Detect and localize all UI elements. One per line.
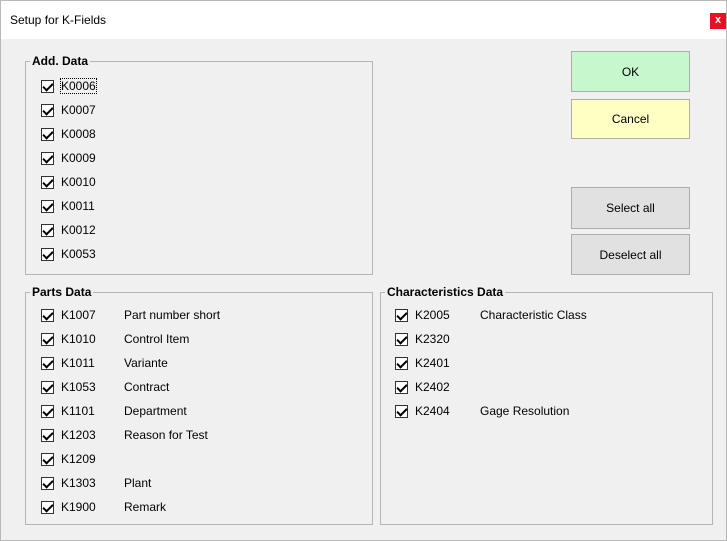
parts-data-legend: Parts Data (30, 285, 94, 299)
field-description: Characteristic Class (480, 308, 587, 322)
select-all-button[interactable]: Select all (571, 187, 690, 229)
checkbox[interactable] (41, 477, 54, 490)
checkbox[interactable] (41, 405, 54, 418)
field-code: K0053 (61, 247, 96, 261)
field-code: K2320 (415, 332, 450, 346)
checkbox[interactable] (41, 381, 54, 394)
field-code: K1203 (61, 428, 96, 442)
checkbox[interactable] (41, 80, 54, 93)
checkbox[interactable] (395, 309, 408, 322)
checkbox[interactable] (395, 381, 408, 394)
field-code: K0012 (61, 223, 96, 237)
field-code: K1010 (61, 332, 96, 346)
field-code: K2401 (415, 356, 450, 370)
cancel-button[interactable]: Cancel (571, 99, 690, 139)
field-code: K2402 (415, 380, 450, 394)
field-code: K1011 (61, 356, 95, 370)
field-description: Plant (124, 476, 152, 490)
checkbox[interactable] (41, 152, 54, 165)
ok-button[interactable]: OK (571, 51, 690, 92)
field-code: K0006 (60, 78, 97, 94)
checkbox[interactable] (41, 357, 54, 370)
field-code: K0010 (61, 175, 96, 189)
add-data-legend: Add. Data (30, 54, 91, 68)
field-description: Contract (124, 380, 170, 394)
setup-dialog: Setup for K-Fields x Add. Data K0006 K00… (0, 0, 727, 541)
characteristics-data-legend: Characteristics Data (385, 285, 506, 299)
close-icon[interactable]: x (710, 13, 726, 29)
add-data-group: Add. Data K0006 K0007 K0008 K0009 K0010 … (25, 54, 373, 275)
field-code: K2404 (415, 404, 450, 418)
field-description: Part number short (124, 308, 221, 322)
checkbox[interactable] (395, 357, 408, 370)
parts-data-group: Parts Data K1007 Part number short K1010… (25, 285, 373, 525)
field-description: Reason for Test (124, 428, 208, 442)
checkbox[interactable] (41, 128, 54, 141)
field-description: Department (124, 404, 187, 418)
characteristics-data-group: Characteristics Data K2005 Characteristi… (380, 285, 713, 525)
field-code: K1101 (61, 404, 95, 418)
checkbox[interactable] (41, 501, 54, 514)
field-description: Gage Resolution (480, 404, 570, 418)
window-title: Setup for K-Fields (10, 13, 107, 27)
field-code: K2005 (415, 308, 450, 322)
field-description: Variante (124, 356, 168, 370)
checkbox[interactable] (41, 429, 54, 442)
field-code: K1209 (61, 452, 96, 466)
checkbox[interactable] (41, 309, 54, 322)
deselect-all-button[interactable]: Deselect all (571, 234, 690, 275)
title-bar: Setup for K-Fields x (1, 1, 726, 39)
checkbox[interactable] (41, 333, 54, 346)
field-code: K0007 (61, 103, 96, 117)
field-code: K0008 (61, 127, 96, 141)
field-code: K1053 (61, 380, 96, 394)
field-code: K0011 (61, 199, 95, 213)
checkbox[interactable] (41, 176, 54, 189)
checkbox[interactable] (41, 200, 54, 213)
checkbox[interactable] (41, 453, 54, 466)
checkbox[interactable] (41, 104, 54, 117)
checkbox[interactable] (41, 248, 54, 261)
field-description: Remark (124, 500, 167, 514)
field-description: Control Item (124, 332, 190, 346)
checkbox[interactable] (41, 224, 54, 237)
checkbox[interactable] (395, 405, 408, 418)
checkbox[interactable] (395, 333, 408, 346)
field-code: K0009 (61, 151, 96, 165)
field-code: K1303 (61, 476, 96, 490)
field-code: K1900 (61, 500, 96, 514)
field-code: K1007 (61, 308, 96, 322)
